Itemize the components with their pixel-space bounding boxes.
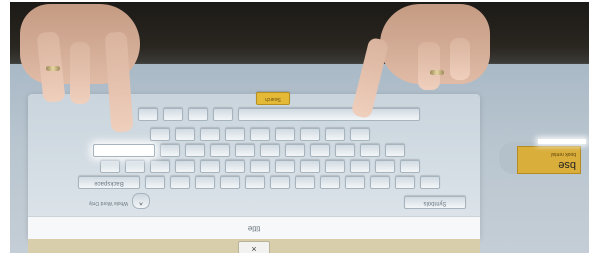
key[interactable] xyxy=(385,144,405,157)
close-button[interactable]: × xyxy=(238,241,270,253)
key[interactable] xyxy=(325,128,345,141)
key[interactable] xyxy=(213,108,233,121)
virtual-keyboard: title ^ Whole Word Only Symbols Backspac… xyxy=(28,92,480,239)
tag-label: bse xyxy=(558,159,576,171)
symbols-key[interactable]: Symbols xyxy=(404,196,466,209)
tag-highlight xyxy=(538,139,586,144)
key[interactable] xyxy=(370,176,390,189)
key[interactable] xyxy=(250,160,270,173)
caret-up-icon: ^ xyxy=(139,198,143,205)
key[interactable] xyxy=(375,160,395,173)
key[interactable] xyxy=(195,176,215,189)
key[interactable] xyxy=(285,144,305,157)
key[interactable] xyxy=(163,108,183,121)
key[interactable] xyxy=(185,144,205,157)
key[interactable] xyxy=(145,176,165,189)
key[interactable] xyxy=(395,176,415,189)
key[interactable] xyxy=(310,144,330,157)
keyboard-bottom-strip: × xyxy=(28,239,480,253)
key[interactable] xyxy=(170,176,190,189)
key[interactable] xyxy=(260,144,280,157)
key[interactable] xyxy=(150,128,170,141)
key[interactable] xyxy=(225,160,245,173)
tag-label-pad: bse book rental xyxy=(517,146,581,174)
key[interactable] xyxy=(335,144,355,157)
key[interactable] xyxy=(200,160,220,173)
enter-key[interactable] xyxy=(93,144,155,157)
key[interactable] xyxy=(150,160,170,173)
tag-sublabel: book rental xyxy=(551,151,576,157)
key[interactable] xyxy=(160,144,180,157)
key[interactable] xyxy=(175,160,195,173)
key[interactable] xyxy=(345,176,365,189)
photo: title ^ Whole Word Only Symbols Backspac… xyxy=(10,2,589,253)
key[interactable] xyxy=(420,176,440,189)
key[interactable] xyxy=(210,144,230,157)
key[interactable] xyxy=(350,128,370,141)
key[interactable] xyxy=(295,176,315,189)
key[interactable] xyxy=(250,128,270,141)
key[interactable] xyxy=(275,160,295,173)
virtual-keyboard-panel: title ^ Whole Word Only Symbols Backspac… xyxy=(28,92,480,253)
key[interactable] xyxy=(175,128,195,141)
key[interactable] xyxy=(220,176,240,189)
left-finger xyxy=(70,42,90,104)
right-finger xyxy=(418,42,440,90)
left-ring xyxy=(46,66,60,71)
key[interactable] xyxy=(320,176,340,189)
key[interactable] xyxy=(275,128,295,141)
shift-button[interactable]: ^ xyxy=(132,193,150,209)
key[interactable] xyxy=(300,160,320,173)
search-button[interactable]: Search xyxy=(256,92,290,105)
key[interactable] xyxy=(360,144,380,157)
key[interactable] xyxy=(400,160,420,173)
key[interactable] xyxy=(325,160,345,173)
right-ring xyxy=(430,70,444,75)
key[interactable] xyxy=(138,108,158,121)
key[interactable] xyxy=(225,128,245,141)
key[interactable] xyxy=(200,128,220,141)
backspace-key[interactable]: Backspace xyxy=(78,176,140,189)
key[interactable] xyxy=(235,144,255,157)
key[interactable] xyxy=(100,160,120,173)
right-finger xyxy=(450,38,470,80)
key[interactable] xyxy=(270,176,290,189)
whole-word-hint: Whole Word Only xyxy=(88,200,128,206)
key[interactable] xyxy=(188,108,208,121)
space-key[interactable] xyxy=(238,108,420,121)
key[interactable] xyxy=(300,128,320,141)
keyboard-title-bar: title xyxy=(28,216,480,239)
key[interactable] xyxy=(350,160,370,173)
object-tag[interactable]: bse book rental xyxy=(499,142,581,174)
key[interactable] xyxy=(125,160,145,173)
key[interactable] xyxy=(245,176,265,189)
